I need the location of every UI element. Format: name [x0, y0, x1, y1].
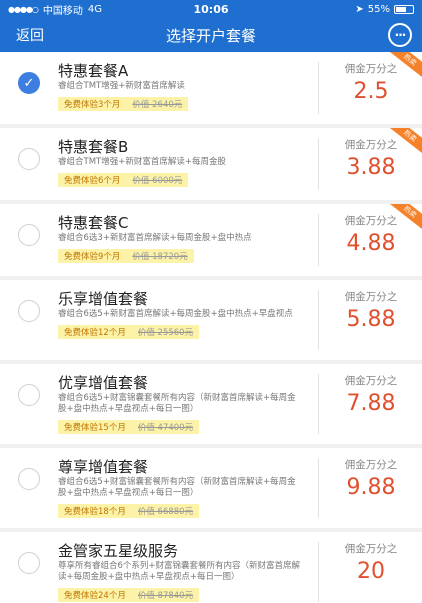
- trial-label: 免费体验12个月: [64, 328, 126, 338]
- package-card[interactable]: 尊享增值套餐 睿组合6选5+财富锦囊套餐所有内容（新财富首席解读+每周金股+盘中…: [0, 448, 422, 528]
- package-desc: 尊享所有睿组合6个系列+财富锦囊套餐所有内容（新财富首席解读+每周金股+盘中热点…: [58, 561, 301, 582]
- price-label: 价值 87840元: [137, 591, 194, 601]
- hot-ribbon: 热卖: [382, 52, 422, 82]
- commission-box: 佣金万分之 20: [320, 532, 422, 603]
- commission-rate: 20: [357, 559, 385, 584]
- commission-label: 佣金万分之: [344, 291, 398, 303]
- price-label: 价值 25560元: [137, 328, 194, 338]
- trial-label: 免费体验24个月: [64, 591, 126, 601]
- package-info: 尊享增值套餐 睿组合6选5+财富锦囊套餐所有内容（新财富首席解读+每周金股+盘中…: [58, 458, 308, 518]
- nav-bar: 返回 选择开户套餐 ···: [0, 18, 422, 52]
- divider: [318, 458, 319, 518]
- divider: [318, 542, 319, 602]
- package-info: 特惠套餐C 睿组合6选3+新财富首席解读+每周金股+盘中热点 免费体验9个月 价…: [58, 214, 308, 263]
- package-info: 乐享增值套餐 睿组合6选5+新财富首席解读+每周金股+盘中热点+早盘视点 免费体…: [58, 290, 308, 339]
- package-card[interactable]: 优享增值套餐 睿组合6选5+财富锦囊套餐所有内容（新财富首席解读+每周金股+盘中…: [0, 364, 422, 444]
- package-desc: 睿组合6选5+新财富首席解读+每周金股+盘中热点+早盘视点: [58, 309, 293, 319]
- page-title: 选择开户套餐: [165, 26, 256, 45]
- price-label: 价值 18720元: [132, 252, 188, 262]
- trial-label: 免费体验6个月: [64, 176, 121, 186]
- commission-rate: 2.5: [353, 79, 389, 104]
- commission-box: 佣金万分之 5.88: [320, 280, 422, 360]
- hot-ribbon: 热卖: [382, 204, 422, 234]
- package-name: 尊享增值套餐: [58, 458, 149, 476]
- package-card[interactable]: 特惠套餐C 睿组合6选3+新财富首席解读+每周金股+盘中热点 免费体验9个月 价…: [0, 204, 422, 276]
- trial-label: 免费体验9个月: [64, 252, 121, 262]
- package-name: 优享增值套餐: [58, 374, 149, 392]
- hot-label: 热卖: [385, 52, 422, 81]
- location-icon: ➤: [355, 3, 364, 15]
- commission-rate: 5.88: [346, 307, 396, 332]
- select-radio[interactable]: [18, 552, 40, 574]
- carrier-label: 中国移动: [42, 5, 83, 17]
- price-label: 价值 2640元: [132, 100, 183, 110]
- package-desc: 睿组合TMT增强+新财富首席解读+每周金股: [58, 157, 226, 167]
- divider: [318, 138, 319, 190]
- commission-rate: 9.88: [346, 475, 396, 500]
- commission-rate: 4.88: [346, 231, 396, 256]
- package-name: 特惠套餐C: [58, 214, 129, 232]
- price-label: 价值 47400元: [137, 423, 194, 433]
- trial-label: 免费体验3个月: [64, 100, 121, 110]
- package-desc: 睿组合6选5+财富锦囊套餐所有内容（新财富首席解读+每周金股+盘中热点+早盘视点…: [58, 477, 296, 498]
- divider: [318, 62, 319, 114]
- package-tags: 免费体验6个月 价值 6000元: [58, 173, 189, 187]
- trial-label: 免费体验18个月: [64, 507, 126, 517]
- battery-percent: 55%: [367, 3, 390, 15]
- package-desc: 睿组合TMT增强+新财富首席解读: [58, 81, 185, 91]
- package-name: 金管家五星级服务: [58, 542, 179, 560]
- select-radio[interactable]: [18, 148, 40, 170]
- signal-icon: ●●●●○: [8, 4, 39, 14]
- divider: [318, 214, 319, 266]
- package-tags: 免费体验15个月 价值 47400元: [58, 420, 200, 434]
- package-tags: 免费体验12个月 价值 25560元: [58, 325, 200, 339]
- package-desc: 睿组合6选3+新财富首席解读+每周金股+盘中热点: [58, 233, 252, 243]
- commission-label: 佣金万分之: [344, 459, 398, 471]
- commission-label: 佣金万分之: [344, 543, 398, 555]
- price-label: 价值 66880元: [137, 507, 194, 517]
- package-info: 优享增值套餐 睿组合6选5+财富锦囊套餐所有内容（新财富首席解读+每周金股+盘中…: [58, 374, 308, 434]
- divider: [318, 374, 319, 434]
- battery-icon: [394, 4, 414, 14]
- commission-label: 佣金万分之: [344, 375, 398, 387]
- trial-label: 免费体验15个月: [64, 423, 126, 433]
- select-radio[interactable]: [18, 300, 40, 322]
- hot-label: 热卖: [385, 128, 422, 157]
- hot-label: 热卖: [385, 204, 422, 233]
- commission-box: 佣金万分之 7.88: [320, 364, 422, 444]
- status-bar: ●●●●○ 中国移动 4G 10:06 ➤ 55%: [0, 0, 422, 18]
- commission-rate: 3.88: [346, 155, 396, 180]
- package-tags: 免费体验3个月 价值 2640元: [58, 97, 189, 111]
- package-card[interactable]: 金管家五星级服务 尊享所有睿组合6个系列+财富锦囊套餐所有内容（新财富首席解读+…: [0, 532, 422, 603]
- hot-ribbon: 热卖: [382, 128, 422, 158]
- back-button[interactable]: 返回: [0, 25, 44, 45]
- package-name: 特惠套餐B: [58, 138, 129, 156]
- select-radio[interactable]: ✓: [18, 72, 40, 94]
- package-card[interactable]: ✓ 特惠套餐A 睿组合TMT增强+新财富首席解读 免费体验3个月 价值 2640…: [0, 52, 422, 124]
- price-label: 价值 6000元: [132, 176, 183, 186]
- select-radio[interactable]: [18, 384, 40, 406]
- package-name: 乐享增值套餐: [58, 290, 149, 308]
- package-tags: 免费体验24个月 价值 87840元: [58, 588, 200, 602]
- commission-box: 佣金万分之 9.88: [320, 448, 422, 528]
- divider: [318, 290, 319, 350]
- select-radio[interactable]: [18, 224, 40, 246]
- package-name: 特惠套餐A: [58, 62, 129, 80]
- package-card[interactable]: 乐享增值套餐 睿组合6选5+新财富首席解读+每周金股+盘中热点+早盘视点 免费体…: [0, 280, 422, 360]
- network-label: 4G: [87, 3, 103, 15]
- package-tags: 免费体验9个月 价值 18720元: [58, 249, 194, 263]
- package-desc: 睿组合6选5+财富锦囊套餐所有内容（新财富首席解读+每周金股+盘中热点+早盘视点…: [58, 393, 296, 414]
- package-info: 特惠套餐A 睿组合TMT增强+新财富首席解读 免费体验3个月 价值 2640元: [58, 62, 308, 111]
- package-card[interactable]: 特惠套餐B 睿组合TMT增强+新财富首席解读+每周金股 免费体验6个月 价值 6…: [0, 128, 422, 200]
- chat-icon[interactable]: ···: [388, 23, 412, 47]
- select-radio[interactable]: [18, 468, 40, 490]
- package-info: 特惠套餐B 睿组合TMT增强+新财富首席解读+每周金股 免费体验6个月 价值 6…: [58, 138, 308, 187]
- package-tags: 免费体验18个月 价值 66880元: [58, 504, 200, 518]
- commission-rate: 7.88: [346, 391, 396, 416]
- package-list: ✓ 特惠套餐A 睿组合TMT增强+新财富首席解读 免费体验3个月 价值 2640…: [0, 52, 422, 603]
- package-info: 金管家五星级服务 尊享所有睿组合6个系列+财富锦囊套餐所有内容（新财富首席解读+…: [58, 542, 308, 602]
